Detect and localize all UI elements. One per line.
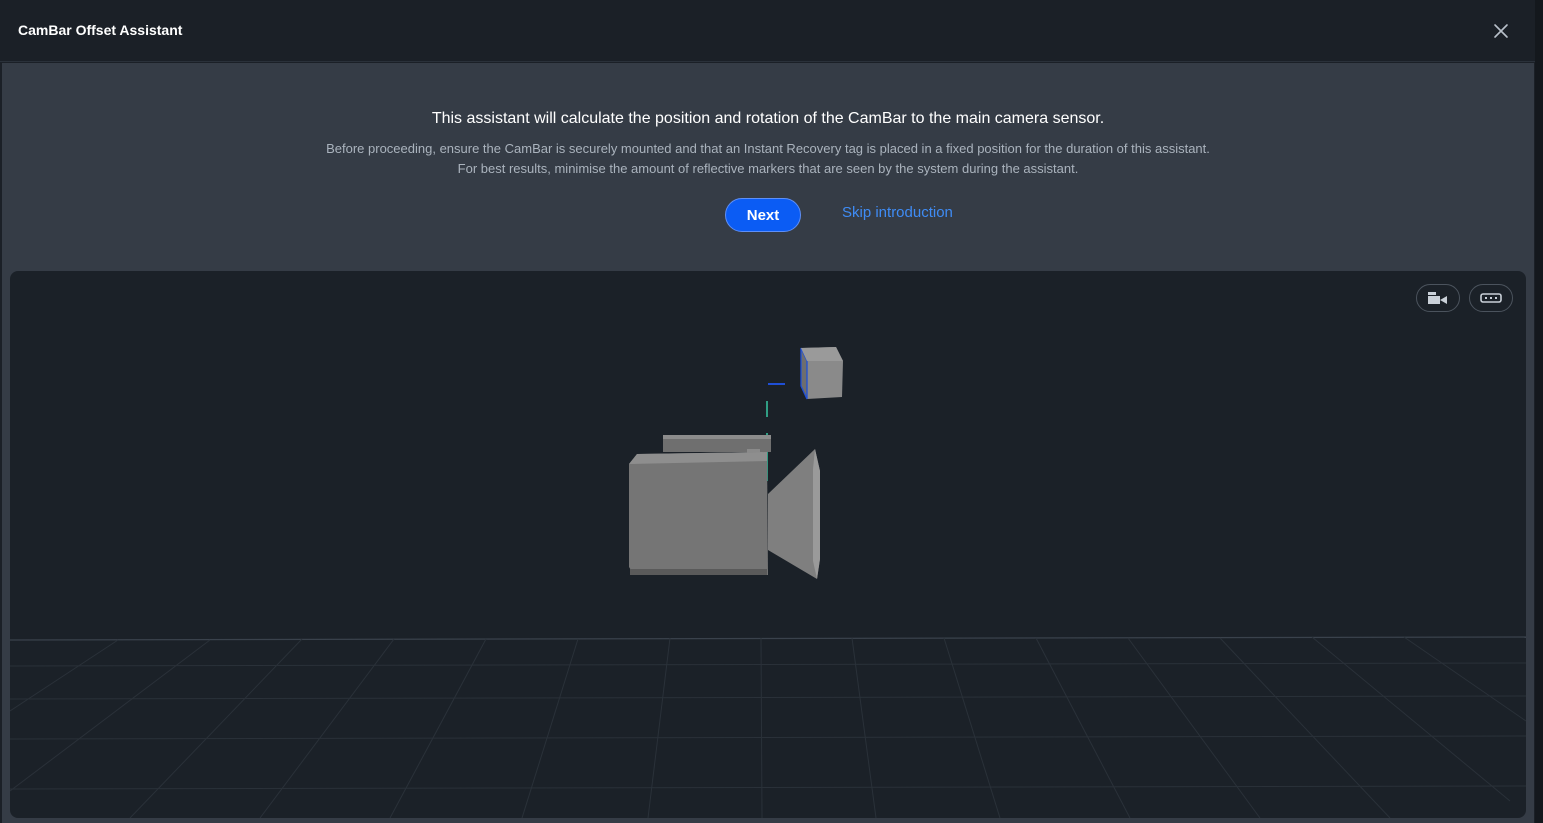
close-icon: [1494, 24, 1508, 38]
intro-headline: This assistant will calculate the positi…: [431, 110, 1105, 127]
3d-viewport[interactable]: [10, 271, 1526, 818]
horizon-line: [10, 636, 1526, 641]
viewport-scene: [10, 347, 1526, 818]
skip-introduction-link[interactable]: Skip introduction: [842, 204, 953, 221]
floor-grid: [10, 636, 1526, 818]
camera-view-button[interactable]: [1416, 284, 1460, 312]
title-bar: CamBar Offset Assistant: [0, 0, 1543, 62]
cambar-model: [800, 347, 843, 400]
intro-description-line-2: For best results, minimise the amount of…: [457, 161, 1079, 176]
intro-description-line-1: Before proceeding, ensure the CamBar is …: [326, 141, 1210, 156]
window-edge: [1535, 0, 1543, 823]
camera-model: [629, 435, 820, 579]
close-button[interactable]: [1486, 16, 1516, 46]
cambar-view-button[interactable]: [1469, 284, 1513, 312]
camera-view-icon: [1428, 292, 1447, 304]
window-title: CamBar Offset Assistant: [18, 22, 183, 38]
next-button[interactable]: Next: [725, 198, 801, 232]
cambar-view-icon: [1480, 293, 1502, 303]
